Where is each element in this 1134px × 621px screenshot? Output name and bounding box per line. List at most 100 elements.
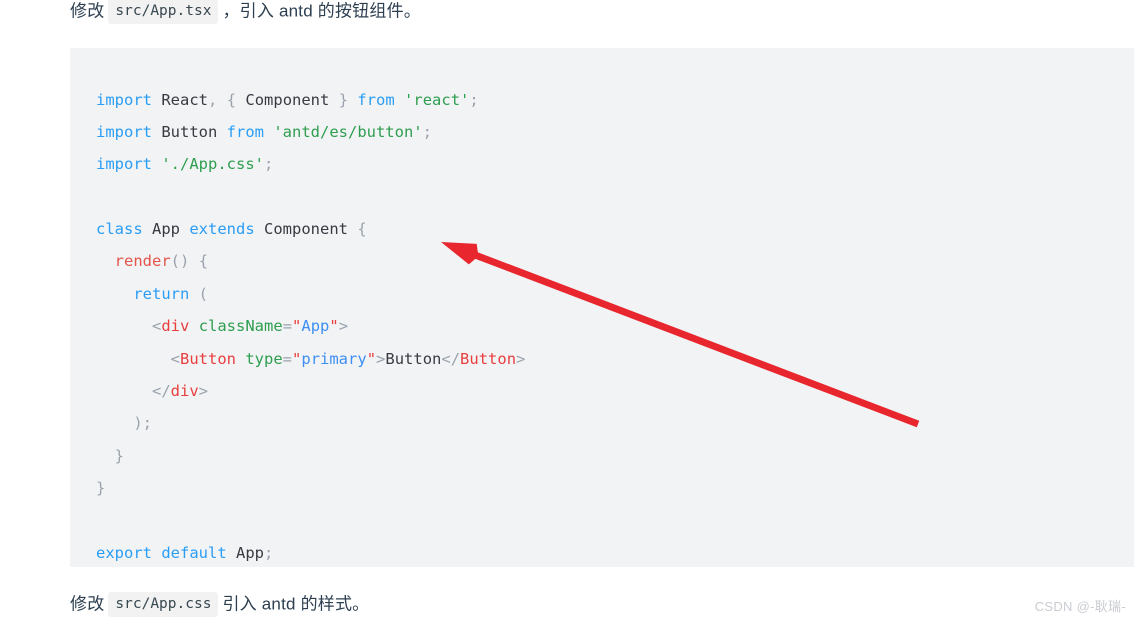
code-token: = [282, 349, 293, 368]
intro-lead-text: 修改 [70, 1, 105, 21]
code-token: import [96, 122, 152, 141]
code-token: ; [469, 90, 479, 109]
code-token: default [161, 543, 227, 562]
inline-code-app-css: src/App.css [108, 592, 219, 618]
code-token: from [226, 122, 264, 141]
code-line: <div className="App"> [96, 310, 1134, 342]
code-token: App [301, 317, 330, 336]
code-line: } [96, 472, 1134, 504]
code-token: </ [441, 349, 461, 368]
code-token: } [338, 90, 349, 109]
code-token: primary [301, 349, 367, 368]
code-line: import React, { Component } from 'react'… [96, 84, 1134, 116]
code-token: className [198, 317, 283, 336]
code-token: import [96, 155, 152, 174]
code-token: App [142, 220, 190, 239]
code-line: } [96, 440, 1134, 472]
code-token: ); [133, 414, 152, 433]
code-token: type [245, 349, 283, 368]
code-line: export default App; [96, 537, 1134, 567]
code-token: Button [460, 349, 517, 368]
code-token: " [292, 349, 302, 368]
code-token: './App.css' [161, 155, 264, 174]
code-line: return ( [96, 278, 1134, 310]
code-line: <Button type="primary">Button</Button> [96, 343, 1134, 375]
code-token: " [329, 317, 339, 336]
code-token: } [96, 479, 106, 498]
code-token: class [96, 220, 143, 239]
code-token: import [96, 90, 152, 109]
code-token: React [152, 90, 208, 109]
code-token: ( [198, 284, 209, 303]
inline-code-app-tsx: src/App.tsx [108, 0, 219, 25]
outro-paragraph: 修改 src/App.css 引入 antd 的样式。 [70, 591, 369, 618]
code-token: " [366, 349, 377, 368]
code-token: , [208, 90, 218, 109]
code-line: import Button from 'antd/es/button'; [96, 116, 1134, 148]
code-token: < [170, 349, 180, 368]
code-token: ; [264, 543, 274, 562]
code-token: ; [422, 122, 432, 141]
code-token: > [338, 317, 349, 336]
code-token: } [114, 446, 125, 465]
csdn-watermark: CSDN @-耿瑞- [1034, 599, 1126, 614]
code-listing[interactable]: import React, { Component } from 'react'… [70, 84, 1134, 568]
code-line: </div> [96, 375, 1134, 407]
code-token: from [357, 90, 395, 109]
outro-lead-text: 修改 [70, 594, 105, 614]
code-token: > [376, 349, 386, 368]
code-token: render [114, 252, 171, 271]
code-token: div [161, 317, 190, 336]
code-token: Button [152, 122, 227, 141]
code-token: < [152, 317, 162, 336]
code-token: ; [264, 155, 274, 174]
code-token: return [133, 284, 190, 303]
code-token: Component [254, 220, 358, 239]
code-token: > [198, 382, 209, 401]
code-token: { [357, 220, 367, 239]
code-token: " [292, 317, 302, 336]
code-line: import './App.css'; [96, 148, 1134, 180]
code-line: ); [96, 407, 1134, 439]
code-line: render() { [96, 245, 1134, 277]
code-token: { [198, 252, 209, 271]
code-token: div [170, 382, 199, 401]
code-token: () [170, 252, 190, 271]
code-token: Component [236, 90, 339, 109]
code-block: import React, { Component } from 'react'… [70, 48, 1134, 567]
code-token: 'antd/es/button' [273, 122, 423, 141]
outro-tail-text: 引入 antd 的样式。 [222, 594, 370, 614]
code-token: App [226, 543, 264, 562]
intro-paragraph: 修改 src/App.tsx ，引入 antd 的按钮组件。 [70, 0, 421, 25]
code-token: Button [180, 349, 236, 368]
code-token: 'react' [404, 90, 470, 109]
code-token: </ [152, 382, 171, 401]
code-token: { [226, 90, 237, 109]
code-token: = [282, 317, 293, 336]
code-token: Button [385, 349, 442, 368]
code-line: class App extends Component { [96, 213, 1134, 245]
code-token: export [96, 543, 152, 562]
intro-tail-text: ，引入 antd 的按钮组件。 [222, 1, 421, 21]
code-token: > [516, 349, 526, 368]
code-token: extends [189, 220, 255, 239]
